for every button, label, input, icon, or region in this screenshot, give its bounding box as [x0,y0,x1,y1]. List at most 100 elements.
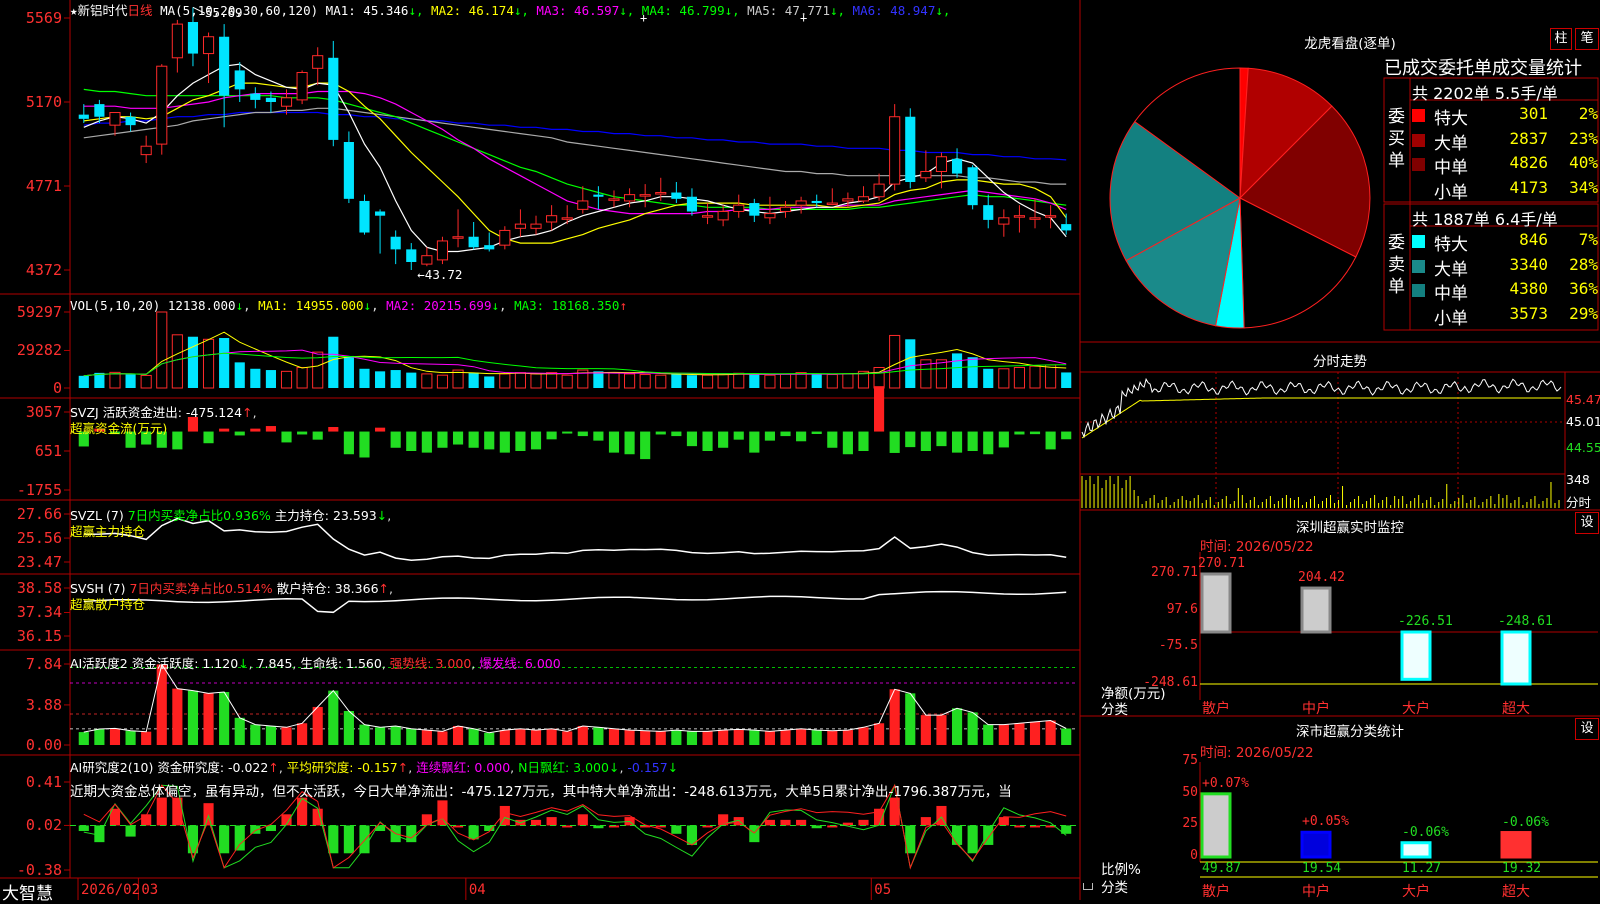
ai1-bar [733,729,744,745]
svzj-sub: 超赢资金流(万元) [70,421,168,436]
monitor-bar [1300,586,1332,634]
svzj-bar [452,431,464,445]
lock-icon[interactable] [1083,883,1093,890]
volume-bar [328,336,339,388]
svzj-bar [421,431,432,453]
ai1-bar [624,730,635,745]
period-label[interactable]: 日线 [128,3,153,18]
bar-view-button[interactable]: 柱 [1550,28,1572,50]
ai1-bar [920,715,931,745]
monitor-settings-button[interactable]: 设 [1575,512,1599,534]
ai2-bar [671,825,682,834]
ai1-bar [1029,721,1041,745]
ai1-bar [421,730,432,745]
favorite-star-icon[interactable]: ★ [70,3,78,18]
candle-body [624,194,636,202]
volume-bar [280,370,293,389]
sell-row-name: 中单 [1434,284,1468,304]
svzj-bar [983,431,994,455]
candle-body [499,229,511,246]
svzj-bar [733,431,744,440]
ai1-t2: 7.845 [256,656,293,671]
candle-body [484,245,495,250]
buy-row-name: 特大 [1434,109,1468,129]
monitor-bar-label: 204.42 [1298,570,1345,586]
volume-bar [842,373,854,389]
sell-color-swatch [1412,284,1425,297]
candle-body [1013,215,1025,218]
svzj-bar [468,431,479,448]
class-ytick-label: 25 [1182,816,1198,832]
candle-body [406,249,417,262]
volume-bar [359,368,370,388]
volume-bar [1029,365,1041,389]
class-settings-button[interactable]: 设 [1575,718,1599,740]
pen-view-button[interactable]: 笔 [1575,28,1599,50]
ai1-bar [874,723,885,745]
class-time: 时间: 2026/05/22 [1200,745,1314,761]
candle-body [312,55,324,69]
ai1-bar [608,728,620,745]
svzj-bar [640,431,651,460]
svzj-bar [936,431,947,447]
sell-row-pct: 36% [1569,279,1598,298]
ai2-bar [125,825,136,837]
volume-bar [701,374,714,389]
svsh-ytick-label: 38.58 [16,579,62,597]
class-ylabel: 比例% [1101,862,1141,878]
candle-body [998,217,1010,225]
sell-row-pct: 7% [1578,230,1598,249]
ai1-bar [172,688,183,745]
candle-body [561,217,573,220]
ai1-bar [203,693,214,745]
vol-ytick-label: 0 [52,379,62,397]
monitor-time: 时间: 2026/05/22 [1200,539,1314,555]
volume-bar [686,375,698,388]
candle-body [717,210,729,221]
brand-label: 大智慧 [2,884,53,904]
ai1-bar [577,725,588,745]
sell-row-pct: 28% [1569,254,1598,274]
candle-body [1061,224,1072,231]
svzj-bar [281,431,292,443]
monitor-category: 中户 [1302,701,1330,717]
candle-body [593,194,604,197]
ai1-bar [94,728,105,745]
ai1-bar [655,731,666,745]
ai2-bar [297,797,308,826]
svzj-bar [203,431,214,444]
volume-bar [889,334,901,389]
ma-arrow: ↓, [408,3,424,18]
price-ytick-label: 5170 [25,93,62,111]
volume-bar [795,372,807,389]
ai1-panel-header: AI活跃度2 资金活跃度: 1.120↓, 7.845, 生命线: 1.560,… [70,656,561,671]
ai1-bar [546,728,557,745]
ai1-bar [328,690,339,745]
volume-bar [234,362,245,388]
candle-body [109,112,121,126]
candle-body [219,36,230,96]
class-value-label: 19.32 [1502,861,1542,876]
svzj-bar [998,431,1009,448]
ai2-bar [78,825,89,832]
volume-bar [219,338,230,388]
class-change-label: -0.06% [1402,824,1449,840]
svzj-bar [686,431,698,447]
buy-row-name: 中单 [1434,158,1468,178]
ai1-bar [375,727,386,745]
ai1-bar [718,730,729,745]
svzj-bar [1045,431,1056,450]
candle-body [795,200,807,206]
ai1-bar [593,727,604,745]
ai2-bar [328,825,339,854]
svzj-bar [749,431,760,453]
ai1-bar [250,724,261,745]
intraday-ytick-label: 348 [1566,472,1590,487]
ai2-bar [780,819,791,826]
ai1-bar [1014,723,1025,745]
class-change-label: +0.07% [1202,775,1249,791]
ai1-bar [936,715,947,745]
candle-body [905,116,916,182]
ai1-bar [343,711,354,745]
ma-arrow: ↓, [935,3,951,18]
